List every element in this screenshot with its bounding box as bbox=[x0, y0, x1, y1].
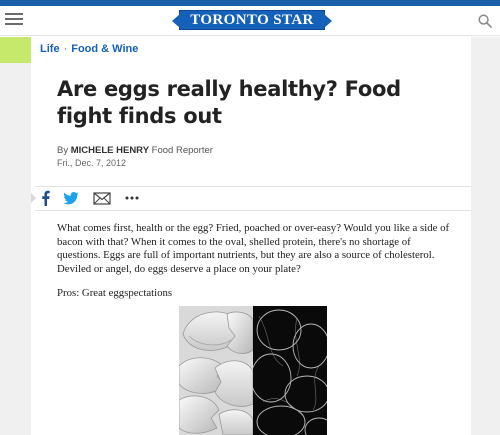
publish-date: Fri., Dec. 7, 2012 bbox=[57, 158, 127, 168]
section-subheading: Pros: Great eggspectations bbox=[57, 287, 173, 299]
article-headline: Are eggs really healthy? Food fight find… bbox=[57, 77, 401, 128]
toronto-star-logo[interactable]: TORONTO STAR bbox=[172, 10, 332, 30]
share-notch bbox=[31, 193, 36, 203]
email-icon[interactable] bbox=[93, 190, 111, 206]
search-icon[interactable] bbox=[478, 14, 492, 28]
left-gutter bbox=[0, 37, 31, 435]
author-role: Food Reporter bbox=[151, 145, 213, 156]
twitter-icon[interactable] bbox=[63, 190, 79, 206]
right-gutter bbox=[471, 37, 500, 435]
article-body-paragraph: What comes first, health or the egg? Fri… bbox=[57, 222, 450, 275]
hamburger-menu-icon[interactable] bbox=[5, 11, 25, 29]
breadcrumb-separator: · bbox=[63, 43, 68, 55]
share-divider-top bbox=[35, 186, 471, 187]
breadcrumb: Life · Food & Wine bbox=[40, 43, 138, 55]
byline-prefix: By bbox=[57, 145, 69, 156]
logo-text: TORONTO STAR bbox=[190, 12, 314, 28]
section-color-tab bbox=[0, 37, 31, 63]
breadcrumb-food-wine-link[interactable]: Food & Wine bbox=[71, 43, 138, 55]
site-header: TORONTO STAR bbox=[0, 6, 500, 36]
cracked-eggshells-photo[interactable] bbox=[179, 306, 327, 435]
share-divider-bottom bbox=[35, 210, 471, 211]
byline: By MICHELE HENRY Food Reporter bbox=[57, 145, 213, 156]
breadcrumb-life-link[interactable]: Life bbox=[40, 43, 60, 55]
more-options-icon[interactable] bbox=[125, 190, 139, 206]
author-name-link[interactable]: MICHELE HENRY bbox=[71, 145, 149, 156]
facebook-icon[interactable] bbox=[41, 190, 50, 206]
